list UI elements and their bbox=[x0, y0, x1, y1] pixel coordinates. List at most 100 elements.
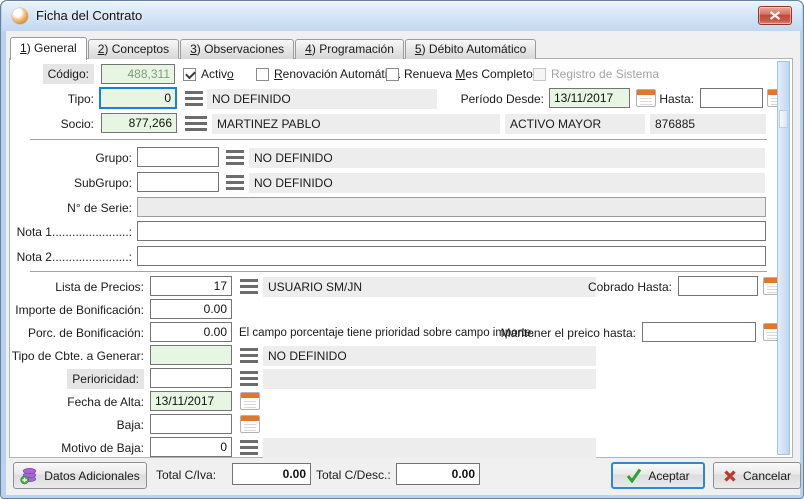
close-button[interactable] bbox=[758, 6, 792, 25]
grupo-field[interactable] bbox=[137, 147, 219, 167]
aceptar-label: Aceptar bbox=[648, 469, 689, 483]
dialog-window: Ficha del Contrato 1) General 2) Concept… bbox=[0, 0, 804, 499]
window-title: Ficha del Contrato bbox=[36, 1, 142, 30]
total-desc-field[interactable] bbox=[396, 463, 480, 485]
codigo-field[interactable] bbox=[101, 64, 175, 84]
motivo-baja-lookup-icon[interactable] bbox=[240, 440, 258, 455]
porc-bonificacion-field[interactable] bbox=[150, 322, 232, 342]
perioricidad-label: Perioricidad: bbox=[67, 369, 144, 389]
tab-debito-automatico[interactable]: 5) Débito Automático bbox=[405, 39, 536, 59]
checkbox-box bbox=[256, 68, 269, 81]
subgrupo-label: SubGrupo: bbox=[74, 173, 132, 193]
socio-field[interactable] bbox=[101, 113, 177, 133]
tab-bar: 1) General 2) Conceptos 3) Observaciones… bbox=[10, 36, 537, 59]
hasta-label: Hasta: bbox=[659, 89, 694, 109]
nota2-field[interactable] bbox=[137, 246, 766, 266]
perioricidad-field[interactable] bbox=[150, 368, 232, 388]
motivo-baja-label: Motivo de Baja: bbox=[61, 438, 144, 458]
motivo-baja-field[interactable] bbox=[150, 437, 232, 457]
cobrado-hasta-label: Cobrado Hasta: bbox=[588, 277, 672, 297]
activo-label: Activo bbox=[201, 67, 234, 81]
tipo-cbte-lookup-icon[interactable] bbox=[240, 348, 258, 363]
check-icon bbox=[626, 468, 642, 483]
socio-label: Socio: bbox=[61, 114, 94, 134]
checkbox-box bbox=[386, 68, 399, 81]
aceptar-button[interactable]: Aceptar bbox=[611, 462, 705, 489]
periodo-desde-field[interactable] bbox=[549, 88, 630, 108]
periodo-desde-label: Período Desde: bbox=[461, 89, 544, 109]
dialog-client-area: 1) General 2) Conceptos 3) Observaciones… bbox=[6, 31, 800, 495]
tab-observaciones[interactable]: 3) Observaciones bbox=[180, 39, 294, 59]
cancelar-button[interactable]: Cancelar bbox=[713, 462, 801, 489]
renueva-mes-completo-checkbox[interactable]: Renueva Mes Completo bbox=[386, 64, 533, 84]
porc-bonificacion-label: Porc. de Bonificación: bbox=[28, 323, 144, 343]
periodo-desde-calendar-icon[interactable] bbox=[636, 89, 656, 107]
perioricidad-desc-field bbox=[263, 369, 596, 389]
baja-calendar-icon[interactable] bbox=[240, 415, 260, 433]
baja-field[interactable] bbox=[150, 414, 232, 434]
scrollbar-thumb[interactable] bbox=[779, 110, 788, 128]
activo-checkbox[interactable]: Activo bbox=[183, 64, 234, 84]
registro-de-sistema-label: Registro de Sistema bbox=[551, 67, 659, 81]
socio-nombre-field: MARTINEZ PABLO bbox=[212, 114, 500, 134]
socio-numero-field: 876885 bbox=[650, 114, 766, 134]
tab-programacion[interactable]: 4) Programación bbox=[295, 39, 404, 59]
datos-adicionales-button[interactable]: Datos Adicionales bbox=[13, 462, 147, 489]
socio-categoria-field: ACTIVO MAYOR bbox=[505, 114, 645, 134]
cobrado-hasta-field[interactable] bbox=[678, 276, 758, 296]
tipo-cbte-field[interactable] bbox=[150, 345, 232, 365]
checkbox-box bbox=[533, 68, 546, 81]
tab-page-general: Código: Activo Renovación Automática Ren… bbox=[9, 58, 793, 458]
tab-general[interactable]: 1) General bbox=[10, 37, 87, 60]
fecha-alta-field[interactable] bbox=[150, 391, 232, 411]
title-bar: Ficha del Contrato bbox=[2, 1, 802, 31]
cancelar-label: Cancelar bbox=[743, 469, 791, 483]
motivo-baja-desc-field bbox=[263, 438, 596, 458]
x-icon bbox=[723, 469, 737, 483]
tab-conceptos[interactable]: 2) Conceptos bbox=[88, 39, 179, 59]
renovacion-automatica-label: Renovación Automática bbox=[274, 67, 400, 81]
serie-field bbox=[137, 197, 766, 217]
total-desc-label: Total C/Desc.: bbox=[316, 465, 391, 485]
grupo-desc-field: NO DEFINIDO bbox=[249, 148, 765, 168]
tipo-label: Tipo: bbox=[68, 89, 94, 109]
vertical-scrollbar[interactable] bbox=[777, 61, 790, 455]
mantener-precio-label: Mantener el preico hasta: bbox=[501, 323, 636, 343]
grupo-label: Grupo: bbox=[95, 148, 132, 168]
close-icon bbox=[769, 11, 781, 20]
nota1-label: Nota 1.......................: bbox=[17, 222, 132, 242]
lista-precios-field[interactable] bbox=[150, 276, 232, 296]
subgrupo-field[interactable] bbox=[137, 172, 219, 192]
subgrupo-lookup-icon[interactable] bbox=[226, 175, 244, 190]
hasta-field[interactable] bbox=[700, 88, 763, 108]
lista-precios-lookup-icon[interactable] bbox=[240, 279, 258, 294]
tipo-lookup-icon[interactable] bbox=[185, 91, 203, 106]
socio-lookup-icon[interactable] bbox=[185, 116, 207, 131]
fecha-alta-label: Fecha de Alta: bbox=[67, 392, 144, 412]
app-icon bbox=[12, 8, 28, 24]
separator bbox=[30, 139, 767, 141]
registro-de-sistema-checkbox: Registro de Sistema bbox=[533, 64, 659, 84]
importe-bonificacion-field[interactable] bbox=[150, 299, 232, 319]
total-iva-field[interactable] bbox=[232, 463, 311, 485]
total-iva-label: Total C/Iva: bbox=[156, 465, 216, 485]
tipo-desc-field: NO DEFINIDO bbox=[207, 89, 437, 109]
nota1-field[interactable] bbox=[137, 221, 766, 241]
porcentaje-hint-text: El campo porcentaje tiene prioridad sobr… bbox=[239, 323, 534, 343]
checkbox-box bbox=[183, 68, 196, 81]
tipo-cbte-desc-field: NO DEFINIDO bbox=[263, 346, 596, 366]
renovacion-automatica-checkbox[interactable]: Renovación Automática bbox=[256, 64, 400, 84]
lista-precios-label: Lista de Precios: bbox=[55, 277, 144, 297]
tipo-field[interactable] bbox=[99, 87, 177, 109]
perioricidad-lookup-icon[interactable] bbox=[240, 371, 258, 386]
database-add-icon bbox=[20, 467, 38, 485]
renueva-mes-completo-label: Renueva Mes Completo bbox=[404, 67, 533, 81]
mantener-precio-field[interactable] bbox=[642, 322, 756, 342]
nota2-label: Nota 2.......................: bbox=[17, 247, 132, 267]
datos-adicionales-label: Datos Adicionales bbox=[44, 469, 139, 483]
serie-label: N° de Serie: bbox=[67, 198, 132, 218]
grupo-lookup-icon[interactable] bbox=[226, 150, 244, 165]
fecha-alta-calendar-icon[interactable] bbox=[240, 392, 260, 410]
tipo-cbte-label: Tipo de Cbte. a Generar: bbox=[12, 346, 144, 366]
separator bbox=[30, 271, 767, 273]
